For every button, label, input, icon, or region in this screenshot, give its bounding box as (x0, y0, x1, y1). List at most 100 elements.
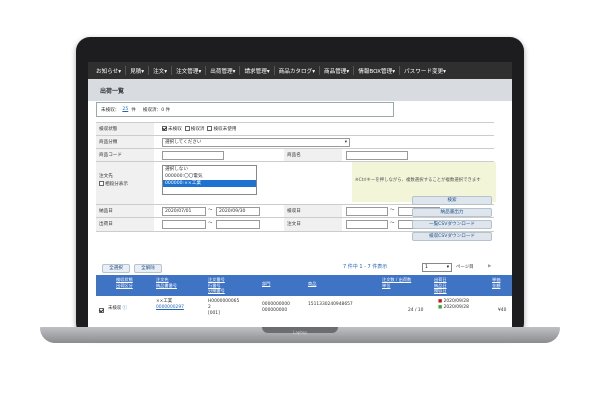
row-dates-cell: ■ 2020/09/28 ■ 2020/09/28 (438, 299, 469, 311)
row-checkbox[interactable] (99, 308, 104, 313)
tilde: 〜 (390, 221, 395, 226)
th-price-1[interactable]: 単価 (492, 277, 500, 283)
ship-date-from[interactable]: 2020/07/01 (162, 207, 206, 216)
th-status-1[interactable]: 検収状態 (116, 277, 133, 283)
table-row[interactable]: 未検収 ⓘ ××工業 0000000297 H0000000065 2 [001] 0… (96, 296, 512, 327)
page-label: ページ目 (456, 265, 474, 270)
code-input[interactable] (162, 151, 224, 160)
nav-divider (205, 66, 207, 75)
nav-catalog[interactable]: 商品カタログ▾ (277, 67, 317, 75)
tilde: 〜 (390, 208, 395, 213)
out-date-from[interactable] (162, 220, 206, 229)
nav-order[interactable]: 注文▾ (151, 67, 169, 75)
nav-divider (319, 66, 321, 75)
truck-icon: ■ (438, 299, 443, 304)
row-vendor-cell: ××工業 0000000297 (156, 299, 184, 311)
th-qty: 注文数 / 出荷数 単位 (382, 277, 411, 288)
row-order-cell: H0000000065 2 [001] (208, 299, 239, 317)
row-category: 商品分類 選択してください ▾ (96, 135, 494, 149)
th-price-2[interactable]: 金額 (492, 283, 500, 289)
row-price: ¥40 (498, 308, 507, 313)
status-opt-2: 検収済 (190, 127, 205, 132)
th-qty-2[interactable]: 単位 (382, 283, 411, 289)
unit-label: 件 (131, 107, 136, 113)
nav-infobox[interactable]: 情報BOX管理▾ (356, 67, 397, 75)
delivery-slip-button[interactable]: 納品書出力 (412, 208, 492, 217)
result-count: 7 件中 1 - 7 件表示 (343, 264, 388, 270)
inspected-label: 検収済：0 件 (142, 107, 171, 113)
row-qty: 24 / 10 (408, 308, 424, 313)
th-vendor: 注文先 納品書番号 (156, 277, 177, 288)
nav-shipping-mgmt[interactable]: 出荷管理▾ (208, 67, 237, 75)
search-button[interactable]: 検索 (412, 196, 492, 205)
next-page-icon[interactable]: ▶ (488, 264, 491, 270)
deselect-all-button[interactable]: 全解除 (134, 264, 162, 273)
main-nav: お知らせ▾ 見積▾ 注文▾ 注文管理▾ 出荷管理▾ 請求管理▾ 商品カタログ▾ … (88, 62, 512, 79)
th-qty-1[interactable]: 注文数 / 出荷数 (382, 277, 411, 283)
chevron-down-icon: ▾ (344, 140, 347, 145)
status-options: 未検収 検収済 検収未使用 (162, 126, 236, 132)
unshipped-count-link[interactable]: 25 (122, 107, 128, 112)
row-split-no: [001] (208, 311, 220, 316)
category-placeholder: 選択してください (165, 140, 202, 145)
dest-sub-label: 相殺分表示 (105, 182, 128, 187)
unused-checkbox[interactable] (207, 126, 213, 131)
info-icon[interactable]: ⓘ (123, 306, 127, 311)
unshipped-label: 未検収： (101, 107, 120, 113)
row-status: 未検収 ⓘ (108, 306, 127, 312)
out-date-label: 出荷日 (96, 218, 154, 231)
list-csv-button[interactable]: 一覧CSVダウンロード (412, 220, 492, 229)
nav-product-mgmt[interactable]: 商品管理▾ (322, 67, 351, 75)
dest-sub: 相殺分表示 (99, 181, 154, 187)
nav-divider (399, 66, 401, 75)
page-title: 出荷一覧 (100, 88, 125, 95)
out-date-to[interactable] (216, 220, 260, 229)
row-ship-date-text: 2020/09/28 (443, 299, 469, 304)
laptop-label: Laptop (293, 330, 307, 335)
dest-option-selected[interactable]: 000000:××工業 (163, 180, 256, 187)
nav-divider (171, 66, 173, 75)
th-dates-1[interactable]: 出荷日 (434, 277, 447, 283)
chevron-down-icon: ▾ (446, 265, 449, 270)
summary-box: 未検収： 25 件 検収済：0 件 (96, 102, 394, 117)
nav-password[interactable]: パスワード変更▾ (402, 67, 448, 75)
th-product-1[interactable]: 商品 (308, 281, 316, 287)
inspect-csv-button[interactable]: 検収CSVダウンロード (412, 232, 492, 241)
th-order-1[interactable]: 注文番号 (208, 277, 225, 283)
nav-news[interactable]: お知らせ▾ (94, 67, 123, 75)
status-opt-3: 検収未使用 (213, 127, 237, 132)
nav-divider (239, 66, 241, 75)
dest-option[interactable]: 000000:〇〇電気 (163, 173, 256, 180)
order-date-from[interactable] (346, 220, 388, 229)
tilde: 〜 (208, 221, 213, 226)
row-deliv-date: ■ 2020/09/28 (438, 305, 469, 311)
name-input[interactable] (346, 151, 408, 160)
dest-option[interactable]: 選択しない (163, 166, 256, 173)
status-opt-1: 未検収 (168, 127, 182, 132)
dest-label: 注文先 (99, 174, 113, 179)
offset-checkbox[interactable] (99, 181, 104, 186)
nav-quote[interactable]: 見積▾ (128, 67, 146, 75)
inspect-date-from[interactable] (346, 207, 388, 216)
th-status-2[interactable]: 出荷区分 (116, 283, 133, 289)
row-slip-link[interactable]: 0000000297 (156, 305, 184, 311)
select-all-button[interactable]: 全選択 (102, 264, 130, 273)
th-dept-1[interactable]: 部門 (262, 281, 270, 287)
unshipped-checkbox[interactable] (162, 126, 167, 131)
th-dates-3[interactable]: 検収日 (434, 288, 447, 294)
th-vendor-2[interactable]: 納品書番号 (156, 283, 177, 289)
category-select[interactable]: 選択してください ▾ (162, 138, 350, 147)
nav-order-mgmt[interactable]: 注文管理▾ (174, 67, 203, 75)
page-select[interactable]: 1 ▾ (422, 263, 452, 272)
th-order-3[interactable]: 分納番号 (208, 288, 225, 294)
dest-listbox[interactable]: 選択しない 000000:〇〇電気 000000:××工業 (162, 165, 257, 195)
row-order-no: H0000000065 (208, 299, 240, 304)
row-dept2: 000000000 (262, 308, 288, 313)
row-product: 1511330240948657 (308, 302, 353, 307)
nav-divider (353, 66, 355, 75)
row-deliv-date-text: 2020/09/28 (443, 305, 469, 310)
app-screen: お知らせ▾ 見積▾ 注文▾ 注文管理▾ 出荷管理▾ 請求管理▾ 商品カタログ▾ … (88, 62, 512, 327)
nav-billing-mgmt[interactable]: 請求管理▾ (242, 67, 271, 75)
inspected-checkbox[interactable] (184, 126, 190, 131)
ship-date-to[interactable]: 2020/09/30 (216, 207, 260, 216)
